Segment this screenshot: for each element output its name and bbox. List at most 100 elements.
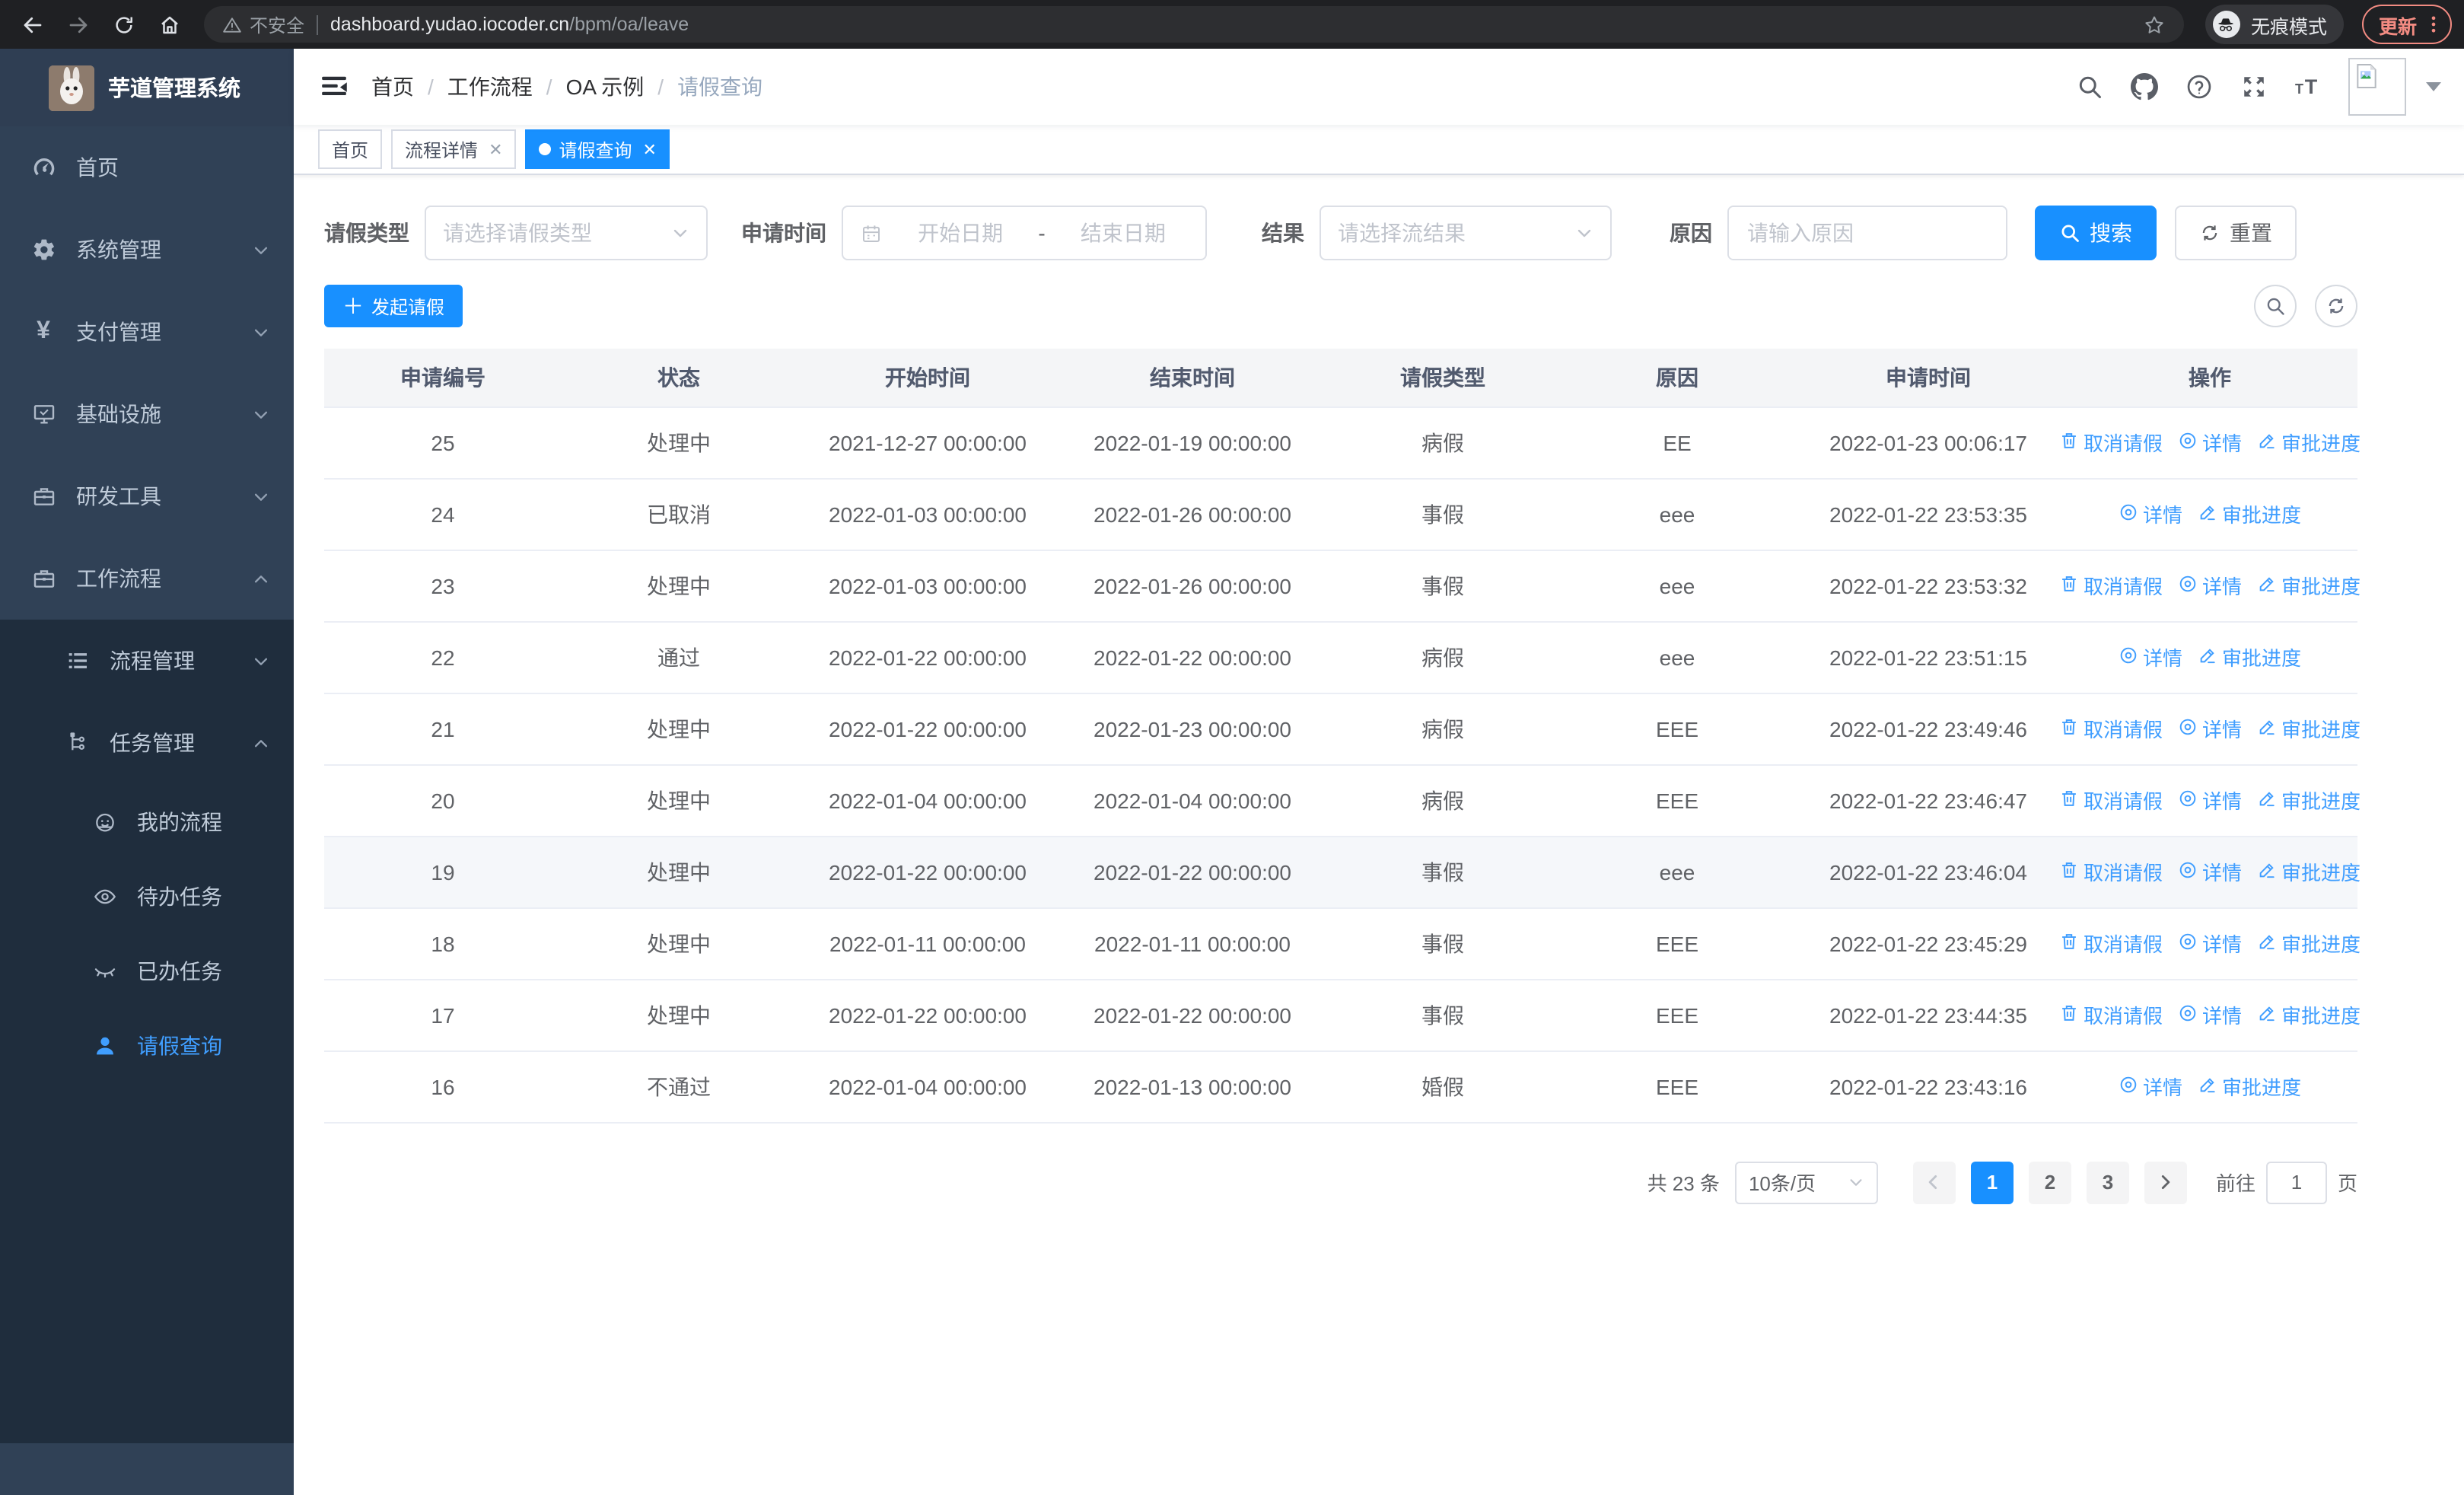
search-button[interactable]: 搜索	[2035, 206, 2157, 260]
sidebar-item-leave-query[interactable]: 请假查询	[0, 1008, 294, 1082]
tab-leave-query[interactable]: 请假查询 ✕	[525, 129, 670, 169]
trash-icon	[2059, 1003, 2079, 1027]
cancel-action-link[interactable]: 取消请假	[2059, 571, 2163, 600]
prev-page-button[interactable]	[1912, 1161, 1956, 1203]
result-select[interactable]: 请选择流结果	[1320, 206, 1612, 260]
cell-start: 2022-01-03 00:00:00	[796, 550, 1059, 622]
chevron-down-icon	[1575, 224, 1593, 242]
cancel-action-link[interactable]: 取消请假	[2059, 714, 2163, 743]
sidebar-item-infrastructure[interactable]: 基础设施	[0, 373, 294, 455]
apply-time-range-picker[interactable]: 开始日期 - 结束日期	[842, 206, 1207, 260]
goto-page-input[interactable]	[2265, 1161, 2327, 1203]
reload-icon[interactable]	[103, 5, 143, 44]
detail-action-link[interactable]: 详情	[2178, 929, 2242, 958]
breadcrumb-item[interactable]: 工作流程	[447, 72, 533, 102]
action-label: 审批进度	[2281, 790, 2361, 813]
cell-actions: 取消请假 详情 审批进度	[2059, 764, 2361, 837]
avatar-dropdown-caret-icon[interactable]	[2426, 82, 2441, 91]
cancel-action-link[interactable]: 取消请假	[2059, 929, 2163, 958]
detail-action-link[interactable]: 详情	[2178, 428, 2242, 457]
page-button-2[interactable]: 2	[2028, 1161, 2071, 1203]
address-bar[interactable]: 不安全 dashboard.yudao.iocoder.cn/bpm/oa/le…	[204, 6, 2184, 43]
sidebar-item-system[interactable]: 系统管理	[0, 209, 294, 291]
cell-id: 25	[324, 406, 562, 479]
cancel-action-link[interactable]: 取消请假	[2059, 786, 2163, 814]
sidebar-item-label: 支付管理	[76, 320, 161, 344]
sidebar-item-workflow[interactable]: 工作流程	[0, 537, 294, 620]
progress-action-link[interactable]: 审批进度	[2257, 1000, 2361, 1029]
progress-action-link[interactable]: 审批进度	[2257, 857, 2361, 886]
detail-action-link[interactable]: 详情	[2178, 786, 2242, 814]
sidebar-item-label: 基础设施	[76, 402, 161, 426]
reset-button[interactable]: 重置	[2175, 206, 2297, 260]
update-label[interactable]: 更新	[2379, 10, 2417, 39]
bookmark-star-icon[interactable]	[2143, 13, 2166, 36]
breadcrumb-item[interactable]: OA 示例	[566, 72, 645, 102]
cell-id: 19	[324, 836, 562, 908]
action-label: 审批进度	[2281, 1005, 2361, 1028]
user-avatar[interactable]	[2348, 58, 2406, 116]
next-page-button[interactable]	[2144, 1161, 2187, 1203]
goto-label: 前往	[2215, 1172, 2255, 1195]
sidebar-item-todo-tasks[interactable]: 待办任务	[0, 859, 294, 933]
progress-action-link[interactable]: 审批进度	[2257, 714, 2361, 743]
detail-action-link[interactable]: 详情	[2178, 571, 2242, 600]
fullscreen-icon[interactable]	[2239, 72, 2268, 101]
browser-update-chip[interactable]: 更新	[2361, 5, 2452, 44]
reason-input[interactable]	[1729, 207, 2006, 259]
cancel-action-link[interactable]: 取消请假	[2059, 857, 2163, 886]
sidebar-item-process-mgmt[interactable]: 流程管理	[0, 620, 294, 702]
security-warning[interactable]: 不安全	[222, 11, 304, 37]
close-icon[interactable]: ✕	[489, 139, 502, 159]
show-search-button[interactable]	[2254, 285, 2297, 327]
search-icon[interactable]	[2074, 72, 2103, 101]
refresh-table-button[interactable]	[2315, 285, 2357, 327]
progress-action-link[interactable]: 审批进度	[2257, 786, 2361, 814]
back-icon[interactable]	[12, 5, 52, 44]
detail-action-link[interactable]: 详情	[2178, 714, 2242, 743]
font-size-icon[interactable]: TT	[2294, 72, 2322, 101]
help-icon[interactable]	[2184, 72, 2213, 101]
url-text: dashboard.yudao.iocoder.cn/bpm/oa/leave	[330, 14, 689, 35]
progress-action-link[interactable]: 审批进度	[2198, 1072, 2301, 1101]
progress-action-link[interactable]: 审批进度	[2257, 428, 2361, 457]
page-button-3[interactable]: 3	[2086, 1161, 2129, 1203]
detail-action-link[interactable]: 详情	[2178, 1000, 2242, 1029]
home-icon[interactable]	[149, 5, 189, 44]
cancel-action-link[interactable]: 取消请假	[2059, 428, 2163, 457]
app-logo[interactable]: 芋道管理系统	[0, 49, 294, 126]
github-icon[interactable]	[2129, 72, 2158, 101]
breadcrumb-separator: /	[546, 75, 552, 99]
row-actions: 详情 审批进度	[2068, 1072, 2351, 1101]
leave-type-select[interactable]: 请选择请假类型	[425, 206, 708, 260]
sidebar-item-done-tasks[interactable]: 已办任务	[0, 933, 294, 1008]
start-date-placeholder: 开始日期	[918, 221, 1004, 245]
close-icon[interactable]: ✕	[643, 139, 657, 159]
detail-action-link[interactable]: 详情	[2178, 857, 2242, 886]
progress-action-link[interactable]: 审批进度	[2257, 929, 2361, 958]
detail-action-link[interactable]: 详情	[2119, 499, 2182, 528]
tab-home[interactable]: 首页	[318, 129, 383, 169]
sidebar-item-dev-tools[interactable]: 研发工具	[0, 455, 294, 537]
detail-action-link[interactable]: 详情	[2119, 642, 2182, 671]
breadcrumb-item[interactable]: 首页	[371, 72, 414, 102]
view-icon	[2178, 716, 2198, 741]
row-actions: 详情 审批进度	[2068, 499, 2351, 528]
tab-process-detail[interactable]: 流程详情 ✕	[391, 129, 517, 169]
forward-icon[interactable]	[58, 5, 97, 44]
cancel-action-link[interactable]: 取消请假	[2059, 1000, 2163, 1029]
tab-label: 流程详情	[405, 139, 479, 161]
sidebar-item-my-process[interactable]: 我的流程	[0, 784, 294, 859]
detail-action-link[interactable]: 详情	[2119, 1072, 2182, 1101]
sidebar-collapse-icon[interactable]	[320, 72, 350, 102]
page-button-1[interactable]: 1	[1970, 1161, 2014, 1203]
page-size-select[interactable]: 10条/页	[1734, 1161, 1878, 1203]
sidebar-item-task-mgmt[interactable]: 任务管理	[0, 702, 294, 784]
sidebar-item-payment[interactable]: ¥ 支付管理	[0, 291, 294, 373]
cell-id: 22	[324, 621, 562, 693]
progress-action-link[interactable]: 审批进度	[2198, 642, 2301, 671]
progress-action-link[interactable]: 审批进度	[2198, 499, 2301, 528]
sidebar-item-home[interactable]: 首页	[0, 126, 294, 209]
create-leave-button[interactable]: ＋发起请假	[324, 285, 463, 327]
progress-action-link[interactable]: 审批进度	[2257, 571, 2361, 600]
